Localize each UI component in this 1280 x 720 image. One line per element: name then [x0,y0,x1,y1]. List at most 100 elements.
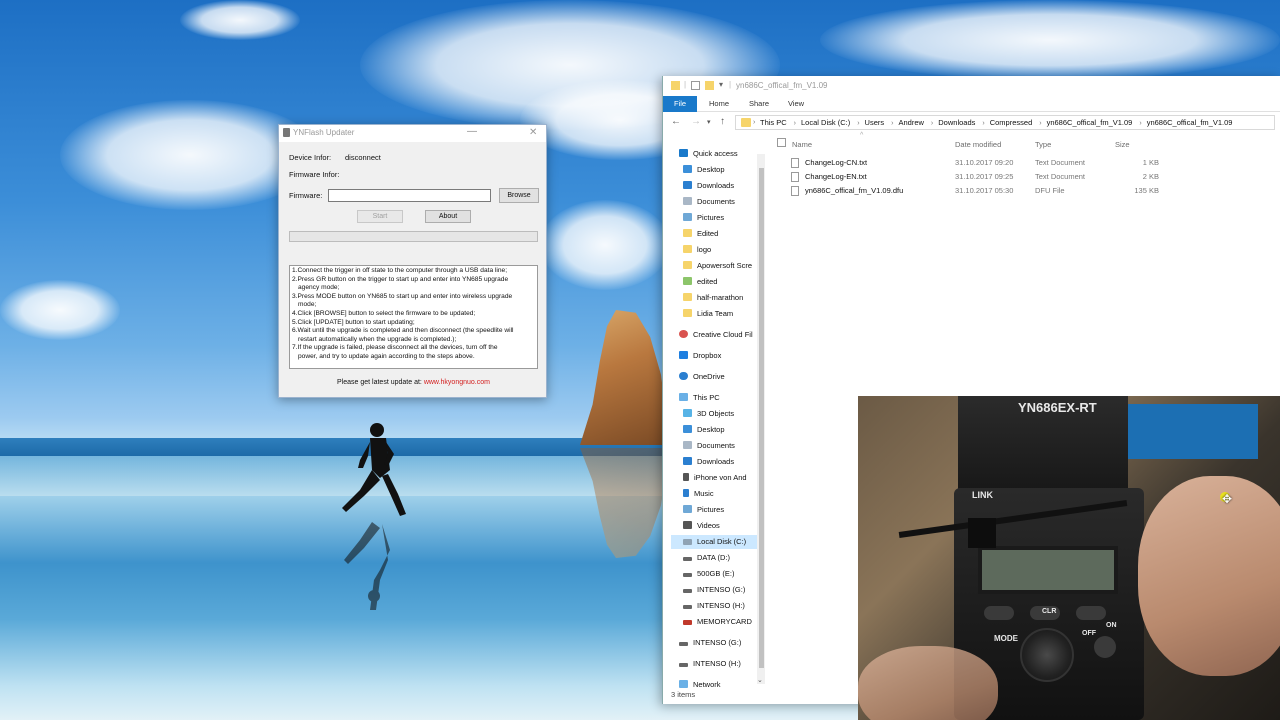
breadcrumb-item[interactable]: Compressed [990,116,1033,129]
nav-downloads[interactable]: Downloads📌 [683,179,759,193]
column-name[interactable]: Name [792,140,812,149]
nav-apowersoft[interactable]: Apowersoft Scre [683,259,752,273]
nav-edited[interactable]: Edited📌 [683,227,759,241]
nav-half-marathon[interactable]: half-marathon [683,291,743,305]
properties-icon[interactable] [691,81,700,90]
nav-intenso-g-root[interactable]: INTENSO (G:) [679,636,741,650]
file-row[interactable]: ChangeLog-EN.txt 31.10.2017 09:25 Text D… [791,170,1171,183]
drive-icon [683,539,692,545]
nav-iphone[interactable]: iPhone von And [683,471,747,485]
file-size: 1 KB [1142,158,1159,167]
breadcrumb-item[interactable]: Downloads [938,116,975,129]
nav-scrollbar-thumb[interactable] [759,168,764,668]
nav-pictures[interactable]: Pictures📌 [683,211,759,225]
nav-intenso-g[interactable]: INTENSO (G:) [683,583,745,597]
column-date-modified[interactable]: Date modified [955,140,1001,149]
nav-onedrive[interactable]: OneDrive [679,370,725,384]
nav-music[interactable]: Music [683,487,714,501]
nav-intenso-h-root[interactable]: INTENSO (H:) [679,657,741,671]
breadcrumb-item[interactable]: Local Disk (C:) [801,116,850,129]
nav-dropbox[interactable]: Dropbox [679,349,721,363]
nav-intenso-h[interactable]: INTENSO (H:) [683,599,745,613]
nav-label: Music [694,489,714,498]
chevron-right-icon: › [1139,120,1142,127]
nav-pc-desktop[interactable]: Desktop [683,423,725,437]
nav-label: Lidia Team [697,309,734,318]
website-link[interactable]: www.hkyongnuo.com [424,379,490,386]
nav-500gb-e[interactable]: 500GB (E:) [683,567,735,581]
status-bar-item-count: 3 items [671,690,696,699]
column-type[interactable]: Type [1035,140,1051,149]
tab-file[interactable]: File [663,96,697,112]
nav-pc-documents[interactable]: Documents [683,439,735,453]
instruction-line: 2.Press GR button on the trigger to star… [292,275,509,283]
folder-icon [683,261,692,269]
file-row[interactable]: ChangeLog-CN.txt 31.10.2017 09:20 Text D… [791,156,1171,169]
file-row[interactable]: yn686C_offical_fm_V1.09.dfu 31.10.2017 0… [791,184,1171,197]
nav-documents[interactable]: Documents📌 [683,195,759,209]
nav-videos[interactable]: Videos [683,519,720,533]
nav-creative-cloud[interactable]: Creative Cloud Fil [679,328,753,342]
about-button[interactable]: About [425,210,471,223]
update-footer: Please get latest update at: www.hkyongn… [279,379,548,386]
device-info-value: disconnect [345,153,381,162]
instruction-line: mode; [298,301,317,309]
nav-pc-pictures[interactable]: Pictures [683,503,724,517]
breadcrumb-item[interactable]: Andrew [898,116,923,129]
nav-3d-objects[interactable]: 3D Objects [683,407,734,421]
nav-pc-downloads[interactable]: Downloads [683,455,734,469]
chevron-down-icon[interactable]: ▾ [719,80,723,89]
nav-label: Pictures [697,213,725,222]
nav-local-disk-c[interactable]: Local Disk (C:) [671,535,757,549]
new-folder-icon[interactable] [705,81,714,90]
nav-network[interactable]: Network [679,678,721,690]
network-icon [679,680,688,688]
breadcrumb-item[interactable]: Users [865,116,885,129]
back-arrow-icon[interactable]: ← [671,116,681,127]
nav-memorycard[interactable]: MEMORYCARD [683,615,752,629]
nav-label: iPhone von And [694,473,747,482]
close-icon[interactable]: ✕ [529,127,537,138]
nav-desktop[interactable]: Desktop📌 [683,163,759,177]
dfu-file-icon [791,186,799,196]
breadcrumb-item[interactable]: yn686C_offical_fm_V1.09 [1047,116,1133,129]
firmware-path-input[interactable] [328,189,491,202]
flash-button [984,606,1014,620]
instruction-line: 1.Connect the trigger in off state to th… [292,267,508,274]
nav-edited-2[interactable]: edited [683,275,717,289]
separator-icon: | [729,80,732,89]
recent-locations-icon[interactable]: ▾ [707,118,711,126]
file-name: ChangeLog-EN.txt [805,172,867,181]
minimize-icon[interactable]: — [467,126,477,137]
forward-arrow-icon[interactable]: → [691,116,701,127]
cloud [820,0,1280,80]
nav-label: Documents [697,441,735,450]
tab-view[interactable]: View [783,96,809,112]
nav-label: INTENSO (G:) [693,638,742,647]
drive-icon [683,573,692,577]
chevron-right-icon: › [1039,120,1042,127]
breadcrumb-item[interactable]: yn686C_offical_fm_V1.09 [1147,116,1233,129]
tab-home[interactable]: Home [705,96,733,112]
phone-icon [683,473,689,481]
breadcrumb-item[interactable]: This PC [760,116,787,129]
browse-button[interactable]: Browse [499,188,539,203]
drive-icon [679,663,688,667]
select-all-checkbox[interactable] [777,138,786,147]
tab-share[interactable]: Share [745,96,773,112]
nav-data-d[interactable]: DATA (D:) [683,551,730,565]
instruction-line: 5.Click [UPDATE] button to start updatin… [292,318,415,326]
nav-this-pc[interactable]: This PC [679,391,720,405]
column-size[interactable]: Size [1115,140,1130,149]
file-size: 135 KB [1134,186,1159,195]
scroll-down-icon[interactable]: ⌄ [757,676,763,684]
nav-quick-access[interactable]: Quick access [679,147,738,161]
nav-logo[interactable]: logo📌 [683,243,759,257]
cloud [0,280,120,340]
start-button[interactable]: Start [357,210,403,223]
device-info-label: Device Infor: [289,153,332,162]
up-arrow-icon[interactable]: ↑ [720,116,725,127]
nav-label: Network [693,680,721,689]
nav-lidia-team[interactable]: Lidia Team [683,307,733,321]
breadcrumb[interactable]: › This PC › Local Disk (C:) › Users › Andrew › D… [735,115,1275,130]
